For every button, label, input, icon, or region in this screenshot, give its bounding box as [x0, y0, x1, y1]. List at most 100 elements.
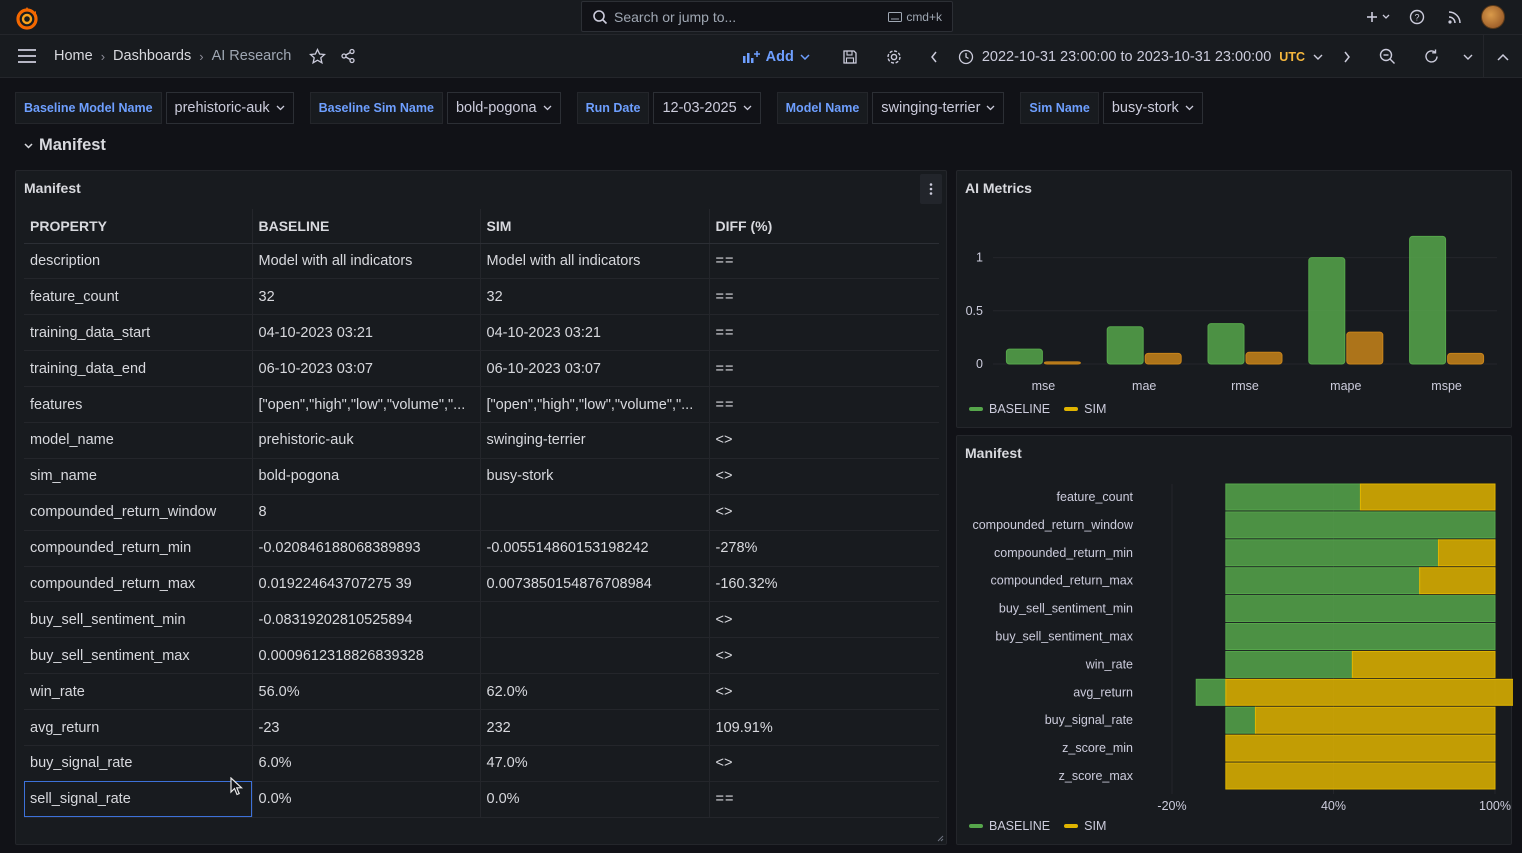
variable-label: Run Date [576, 92, 650, 124]
table-row[interactable]: model_name prehistoric-auk swinging-terrie… [24, 422, 939, 459]
cell-baseline: Model with all indicators [251, 243, 480, 280]
settings-gear-icon[interactable] [872, 35, 916, 78]
chevron-down-icon [543, 105, 552, 111]
table-row[interactable]: compounded_return_max 0.019224643707275 3… [24, 566, 939, 603]
table-row[interactable]: buy_sell_sentiment_min -0.083192028105258… [24, 601, 939, 639]
time-shift-back-icon[interactable] [916, 35, 952, 78]
table-row[interactable]: features ["open","high","low","volume",".… [24, 386, 939, 423]
variable-select-model-name[interactable]: swinging-terrier [872, 92, 1005, 124]
breadcrumb-current: AI Research [211, 48, 292, 64]
variables-bar: Baseline Model Name prehistoric-auk Base… [15, 92, 1219, 124]
table-row[interactable]: buy_sell_sentiment_max 0.0009612318826839… [24, 637, 939, 675]
y-tick-label: buy_signal_rate [1045, 713, 1133, 727]
table-row[interactable]: avg_return -23 232 109.91% [24, 709, 939, 746]
cell-diff: == [708, 314, 939, 352]
cell-baseline: 0.0% [251, 781, 480, 818]
search-input[interactable]: Search or jump to... cmd+k [581, 1, 953, 32]
news-rss-icon[interactable] [1436, 4, 1474, 30]
panel-menu-icon[interactable] [920, 174, 942, 204]
row-toggle-manifest[interactable]: Manifest [24, 136, 106, 155]
y-tick-label: 0 [976, 357, 983, 371]
breadcrumb-home[interactable]: Home [54, 48, 93, 64]
legend-item-baseline[interactable]: BASELINE [969, 819, 1050, 833]
new-plus-icon[interactable] [1360, 4, 1398, 30]
column-header-property[interactable]: PROPERTY [24, 209, 252, 244]
save-dashboard-icon[interactable] [828, 35, 872, 78]
cell-diff: <> [708, 673, 939, 711]
cell-property: buy_sell_sentiment_min [24, 601, 252, 639]
chevron-down-icon [276, 105, 285, 111]
variable-select-baseline-model-name[interactable]: prehistoric-auk [165, 92, 294, 124]
bar-sim-mse [1043, 361, 1081, 365]
chevron-down-icon [986, 105, 995, 111]
manifest-chart: -20% 40% 100% feature_count compounded_retur… [972, 483, 1513, 813]
table-row[interactable]: feature_count 32 32 == [24, 278, 939, 316]
y-tick-label: buy_sell_sentiment_max [995, 630, 1133, 644]
legend-swatch [1064, 824, 1079, 828]
table-row[interactable]: training_data_start 04-10-2023 03:21 04-10… [24, 314, 939, 352]
table-row[interactable]: sell_signal_rate 0.0% 0.0% == [24, 781, 939, 818]
bar-baseline-mspe [1409, 235, 1447, 365]
breadcrumb-dashboards[interactable]: Dashboards [113, 48, 191, 64]
cell-diff: <> [708, 745, 939, 782]
table-row[interactable]: sim_name bold-pogona busy-stork <> [24, 458, 939, 495]
bar-baseline-feature_count [1225, 483, 1361, 511]
legend-item-sim[interactable]: SIM [1064, 402, 1106, 416]
refresh-icon[interactable] [1409, 35, 1453, 78]
variable-select-run-date[interactable]: 12-03-2025 [653, 92, 761, 124]
chevron-down-icon [1313, 54, 1323, 60]
y-tick-label: compounded_return_max [991, 574, 1134, 588]
grafana-logo-icon[interactable] [14, 5, 40, 31]
bar-baseline-avg_return [1195, 678, 1227, 706]
timezone-label: UTC [1279, 49, 1305, 64]
legend-item-sim[interactable]: SIM [1064, 819, 1106, 833]
column-header-baseline[interactable]: BASELINE [251, 209, 480, 244]
search-placeholder: Search or jump to... [614, 8, 737, 25]
table-row[interactable]: compounded_return_window 8 <> [24, 494, 939, 531]
panel-resize-handle-icon[interactable] [936, 834, 944, 842]
table-header-row: PROPERTY BASELINE SIM DIFF (%) [24, 209, 939, 244]
star-icon[interactable] [309, 47, 327, 65]
bar-sim-buy_signal_rate [1254, 706, 1496, 734]
cell-baseline: 32 [251, 278, 480, 316]
time-range-picker[interactable]: 2022-10-31 23:00:00 to 2023-10-31 23:00:… [952, 49, 1329, 65]
table-row[interactable]: buy_signal_rate 6.0% 47.0% <> [24, 745, 939, 782]
table-row[interactable]: win_rate 56.0% 62.0% <> [24, 673, 939, 711]
variable-label: Model Name [776, 92, 869, 124]
x-tick-label: 100% [1479, 799, 1511, 813]
ai-metrics-panel: AI Metrics 0 0.5 1 mse mae rmse mape mspe BASEL… [956, 170, 1512, 428]
add-label: Add [765, 48, 794, 65]
menu-icon[interactable] [0, 48, 54, 64]
user-avatar[interactable] [1474, 4, 1512, 30]
cell-property: feature_count [24, 278, 252, 316]
x-tick-label: mape [1330, 379, 1361, 393]
cell-sim [479, 494, 709, 531]
cell-property: training_data_start [24, 314, 252, 352]
table-row[interactable]: compounded_return_min -0.0208461880683898… [24, 530, 939, 567]
table-row[interactable]: training_data_end 06-10-2023 03:07 06-10-2… [24, 350, 939, 388]
cell-sim: 47.0% [479, 745, 709, 782]
variable-select-baseline-sim-name[interactable]: bold-pogona [446, 92, 561, 124]
share-icon[interactable] [340, 48, 356, 64]
table-row[interactable]: description Model with all indicators Mode… [24, 243, 939, 280]
x-tick-label: mspe [1431, 379, 1462, 393]
bar-baseline-compounded_return_min [1225, 539, 1439, 567]
time-shift-forward-icon[interactable] [1329, 35, 1365, 78]
cell-baseline: 56.0% [251, 673, 480, 711]
y-tick-label: compounded_return_window [972, 518, 1133, 532]
variable-model-name: Model Name swinging-terrier [776, 92, 1005, 124]
column-header-sim[interactable]: SIM [479, 209, 709, 244]
legend-item-baseline[interactable]: BASELINE [969, 402, 1050, 416]
column-header-diff[interactable]: DIFF (%) [708, 209, 939, 244]
y-tick-label: compounded_return_min [994, 546, 1133, 560]
add-button[interactable]: Add [742, 49, 810, 65]
refresh-interval-chevron-icon[interactable] [1453, 35, 1483, 78]
help-icon[interactable]: ? [1398, 4, 1436, 30]
zoom-out-icon[interactable] [1365, 35, 1409, 78]
search-shortcut: cmd+k [888, 10, 942, 24]
bar-sim-mape [1346, 331, 1384, 365]
variable-select-sim-name[interactable]: busy-stork [1102, 92, 1203, 124]
row-title: Manifest [39, 136, 106, 154]
cell-property: compounded_return_min [24, 530, 252, 567]
collapse-chevron-up-icon[interactable] [1484, 35, 1522, 78]
